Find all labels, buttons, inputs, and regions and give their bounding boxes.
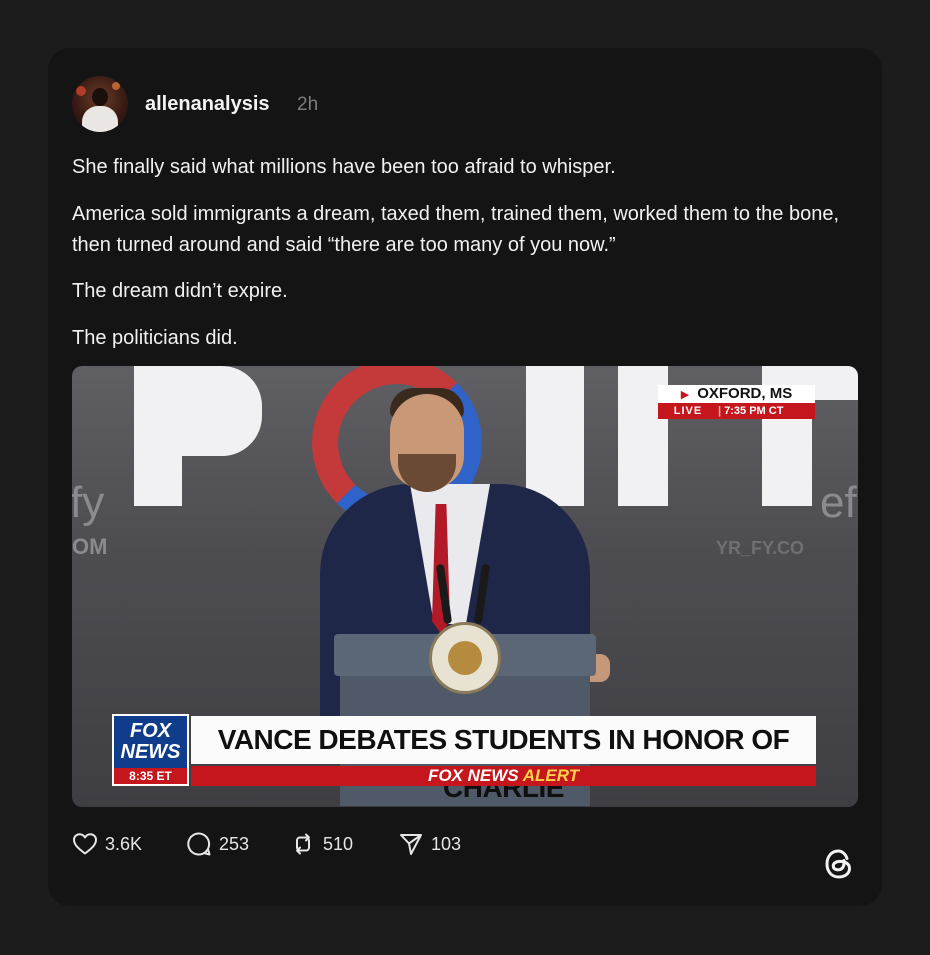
like-button[interactable]: 3.6K <box>72 829 142 859</box>
send-icon <box>398 831 424 857</box>
repost-button[interactable]: 510 <box>290 829 353 859</box>
live-label: LIVE <box>673 405 703 417</box>
backdrop-letter-t <box>812 366 858 400</box>
post-time: 2h <box>297 94 319 115</box>
backdrop-letter-i <box>526 366 584 506</box>
reply-button[interactable]: 253 <box>186 829 249 859</box>
backdrop-text: ef <box>820 478 857 527</box>
backdrop-letter-p <box>134 366 182 506</box>
backdrop-text: YR_FY.CO <box>716 538 805 558</box>
avatar[interactable] <box>72 76 128 132</box>
alert-suffix: ALERT <box>522 766 580 785</box>
repost-icon <box>290 831 316 857</box>
post-text-line: The dream didn’t expire. <box>72 280 288 302</box>
news-alert-bar: FOX NEWS ALERT <box>191 766 816 786</box>
post-text-line: The politicians did. <box>72 327 238 349</box>
vp-seal <box>429 622 501 694</box>
live-time: 7:35 PM CT <box>724 405 784 417</box>
share-count: 103 <box>431 833 462 854</box>
repost-count: 510 <box>323 833 354 854</box>
comment-icon <box>186 831 212 857</box>
location-badge: ▶ OXFORD, MS <box>658 385 815 403</box>
share-button[interactable]: 103 <box>398 829 461 859</box>
news-lower-third: FOX NEWS 8:35 ET VANCE DEBATES STUDENTS … <box>112 714 816 803</box>
threads-logo-icon <box>821 846 857 882</box>
post-card: allenanalysis 2h She finally said what m… <box>48 48 882 906</box>
username[interactable]: allenanalysis <box>145 93 270 116</box>
network-time: 8:35 ET <box>114 768 187 784</box>
post-video[interactable]: fy OM ef YR_FY.CO ▶ OXFORD, MS LIVE | 7:35… <box>72 366 858 807</box>
reply-count: 253 <box>219 833 250 854</box>
heart-icon <box>72 832 98 856</box>
backdrop-letter-p-bowl <box>182 366 262 456</box>
location-text: OXFORD, MS <box>697 385 793 402</box>
post-text-line: America sold immigrants a dream, taxed t… <box>72 203 840 256</box>
like-count: 3.6K <box>105 833 143 854</box>
news-headline: VANCE DEBATES STUDENTS IN HONOR OF CHARL… <box>191 716 816 803</box>
backdrop-text: OM <box>72 534 108 559</box>
fox-news-logo: FOX NEWS 8:35 ET <box>112 714 189 786</box>
live-badge: LIVE | 7:35 PM CT <box>658 403 815 419</box>
post-text-line: She finally said what millions have been… <box>72 156 616 178</box>
play-marker-icon: ▶ <box>680 389 690 401</box>
backdrop-text: fy <box>72 478 105 527</box>
alert-prefix: FOX NEWS <box>427 766 519 785</box>
